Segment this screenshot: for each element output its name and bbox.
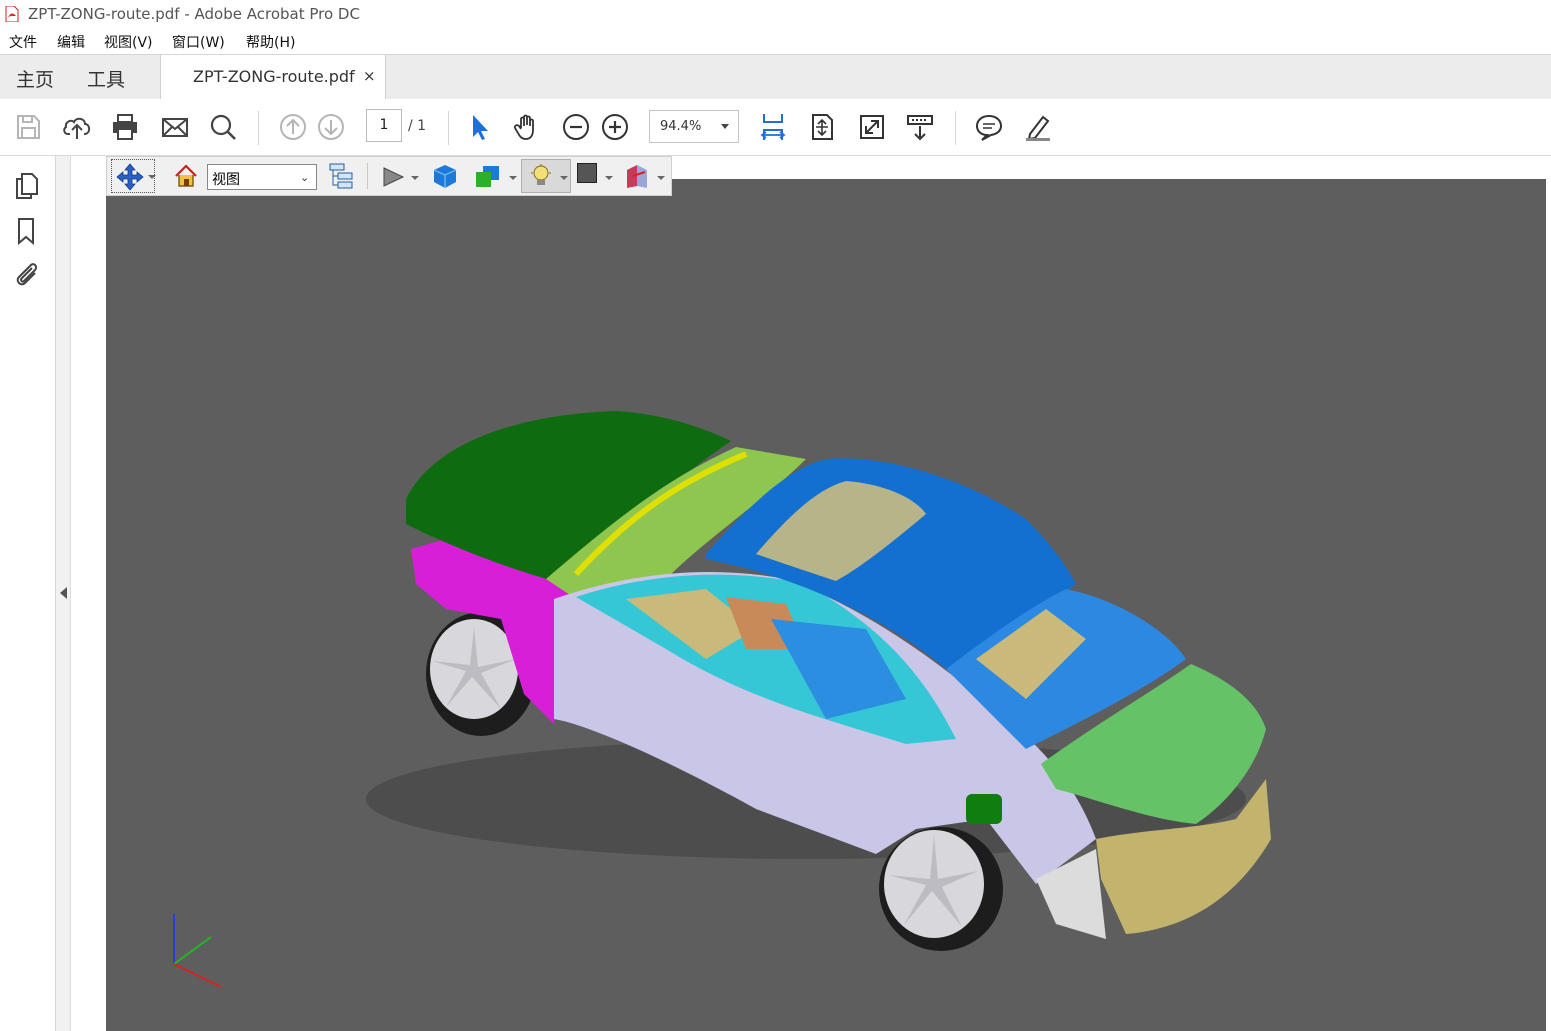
zoom-select[interactable]: 94.4% <box>649 110 739 143</box>
toolbar-separator <box>367 163 368 189</box>
menu-window[interactable]: 窗口(W) <box>172 32 225 52</box>
lighting-button[interactable] <box>521 159 571 193</box>
page-number-input[interactable]: 1 <box>366 109 402 142</box>
fit-page-icon <box>812 114 833 140</box>
upload-icon <box>63 117 91 139</box>
left-navigation-panel <box>0 156 56 1031</box>
tab-home[interactable]: 主页 <box>16 65 54 92</box>
toolbar-separator <box>258 111 259 145</box>
3d-car-model[interactable] <box>106 179 1546 1031</box>
fit-page-button[interactable] <box>805 110 839 144</box>
read-mode-icon <box>907 115 933 141</box>
highlight-pen-icon <box>1026 115 1050 141</box>
rotate-tool-button[interactable] <box>111 159 156 193</box>
print-button[interactable] <box>108 110 142 144</box>
dropdown-arrow-icon <box>657 176 665 180</box>
panel-collapse-strip[interactable] <box>56 156 71 1031</box>
select-arrow-icon <box>473 115 488 140</box>
close-tab-icon[interactable]: × <box>363 67 376 85</box>
zoom-value: 94.4% <box>660 119 702 134</box>
search-icon <box>210 114 236 140</box>
dropdown-arrow-icon <box>148 175 156 179</box>
cross-section-icon[interactable] <box>623 162 651 190</box>
page-thumbnails-icon[interactable] <box>12 170 42 200</box>
collapse-arrow-icon <box>60 587 67 599</box>
rear-left-wheel <box>879 827 1003 951</box>
chevron-down-icon <box>721 124 729 129</box>
dropdown-arrow-icon <box>605 176 613 180</box>
hand-tool-button[interactable] <box>510 110 544 144</box>
chevron-down-icon: ⌄ <box>300 171 310 184</box>
print-icon <box>113 114 137 140</box>
previous-page-button[interactable] <box>276 110 310 144</box>
zoom-in-button[interactable] <box>598 110 632 144</box>
next-page-button[interactable] <box>314 110 348 144</box>
toolbar-separator <box>955 111 956 145</box>
tab-tools[interactable]: 工具 <box>87 65 125 92</box>
comment-icon <box>975 114 1003 141</box>
save-button[interactable] <box>11 110 45 144</box>
zoom-out-button[interactable] <box>559 110 593 144</box>
comment-button[interactable] <box>972 110 1006 144</box>
play-animation-icon[interactable] <box>379 163 407 191</box>
page-up-icon <box>280 114 306 140</box>
document-tab-label: ZPT-ZONG-route.pdf <box>193 67 355 86</box>
highlight-button[interactable] <box>1021 110 1055 144</box>
fuel-door <box>966 794 1002 824</box>
full-screen-icon <box>860 115 884 139</box>
search-button[interactable] <box>206 110 240 144</box>
full-screen-button[interactable] <box>855 110 889 144</box>
read-mode-button[interactable] <box>903 110 937 144</box>
save-icon <box>17 115 40 139</box>
rotate-tool-icon <box>116 163 144 191</box>
tab-document[interactable]: ZPT-ZONG-route.pdf × <box>160 55 386 100</box>
page-total: / 1 <box>408 118 427 134</box>
email-button[interactable] <box>158 110 192 144</box>
pdf-file-icon <box>5 6 19 22</box>
page-down-icon <box>318 114 344 140</box>
axis-triad <box>173 914 222 988</box>
lighting-icon <box>531 164 551 185</box>
menu-bar: 文件 编辑 视图(V) 窗口(W) 帮助(H) <box>0 29 1551 53</box>
projection-icon[interactable] <box>431 162 459 190</box>
model-tree-icon[interactable] <box>327 162 355 190</box>
fit-width-button[interactable] <box>756 110 790 144</box>
tab-bar: 主页 工具 ZPT-ZONG-route.pdf × <box>0 54 1551 100</box>
3d-toolbar: 视图 ⌄ <box>106 156 672 196</box>
attachment-icon[interactable] <box>12 259 42 289</box>
main-toolbar: 1 / 1 94.4% <box>0 99 1551 156</box>
background-color-icon[interactable] <box>577 163 597 183</box>
zoom-out-icon <box>563 114 589 140</box>
toolbar-separator <box>448 111 449 145</box>
menu-view[interactable]: 视图(V) <box>104 32 153 52</box>
view-select-value: 视图 <box>212 172 240 188</box>
window-title: ZPT-ZONG-route.pdf - Adobe Acrobat Pro D… <box>28 5 360 23</box>
zoom-in-icon <box>602 114 628 140</box>
menu-edit[interactable]: 编辑 <box>57 32 85 52</box>
3d-viewport[interactable] <box>106 179 1546 1031</box>
menu-file[interactable]: 文件 <box>9 32 37 52</box>
bookmark-icon[interactable] <box>12 216 42 246</box>
home-view-icon[interactable] <box>173 163 199 189</box>
fit-width-icon <box>760 114 786 140</box>
dropdown-arrow-icon <box>560 176 568 180</box>
dropdown-arrow-icon <box>509 176 517 180</box>
render-mode-icon[interactable] <box>473 162 505 192</box>
menu-help[interactable]: 帮助(H) <box>246 32 295 52</box>
hand-icon <box>513 114 534 140</box>
select-tool-button[interactable] <box>462 110 496 144</box>
view-select[interactable]: 视图 ⌄ <box>207 164 317 190</box>
title-bar: ZPT-ZONG-route.pdf - Adobe Acrobat Pro D… <box>0 0 1551 29</box>
dropdown-arrow-icon <box>411 176 419 180</box>
upload-button[interactable] <box>60 110 94 144</box>
email-icon <box>162 118 188 137</box>
